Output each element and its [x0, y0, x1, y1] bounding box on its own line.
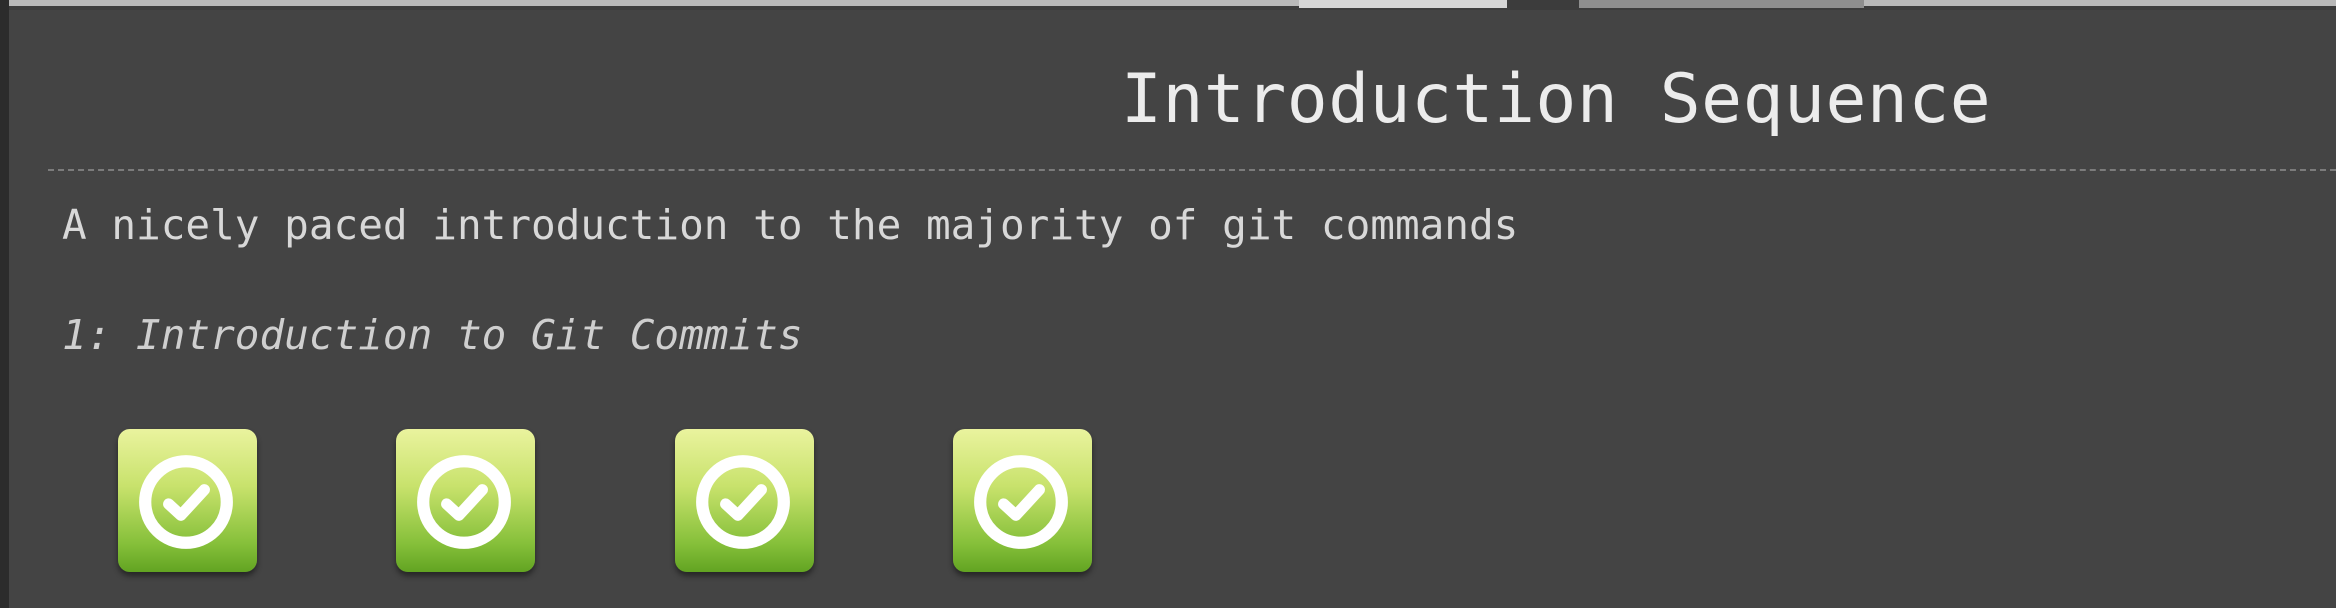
sequence-description: A nicely paced introduction to the major… [62, 201, 1519, 249]
page-title: Introduction Sequence [1121, 60, 1992, 139]
check-circle-icon [139, 455, 233, 549]
check-circle-icon [974, 455, 1068, 549]
title-divider [48, 169, 2336, 171]
scrollbar-gap [1507, 0, 1579, 8]
scrollbar-thumb[interactable] [1299, 0, 1516, 8]
level-tile-3[interactable] [675, 429, 814, 572]
level-tile-1[interactable] [118, 429, 257, 572]
check-circle-icon [417, 455, 511, 549]
check-circle-icon [696, 455, 790, 549]
sequence-title: 1: Introduction to Git Commits [62, 311, 803, 359]
level-tile-2[interactable] [396, 429, 535, 572]
window-left-edge [0, 0, 9, 608]
scrollbar-track [9, 0, 2336, 6]
top-scrollbar[interactable] [9, 0, 2336, 10]
level-tile-4[interactable] [953, 429, 1092, 572]
scrollbar-segment [1579, 0, 1864, 8]
